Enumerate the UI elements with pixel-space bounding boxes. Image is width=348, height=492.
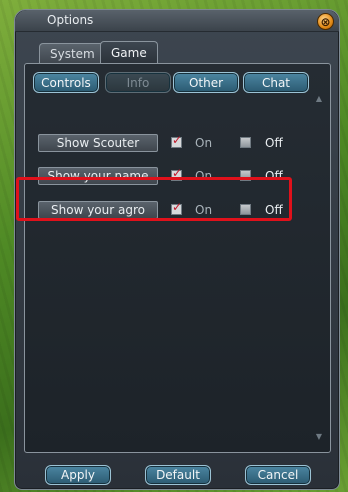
tab-system[interactable]: System — [39, 43, 106, 63]
highlight-box — [16, 177, 292, 221]
option-row-scouter: Show Scouter On Off — [25, 133, 330, 156]
option-label-scouter: Show Scouter — [38, 134, 158, 152]
scroll-up-icon[interactable]: ▲ — [314, 94, 324, 103]
default-button[interactable]: Default — [145, 465, 211, 485]
subtab-info: Info — [105, 72, 171, 93]
tab-game[interactable]: Game — [100, 41, 158, 64]
scroll-down-icon[interactable]: ▼ — [314, 432, 324, 441]
close-button[interactable]: ⊗ — [317, 13, 334, 30]
game-panel: Controls Info Other Chat ▲ Show Scouter … — [24, 63, 331, 453]
titlebar[interactable]: Options ⊗ — [15, 10, 339, 32]
off-checkbox-scouter[interactable] — [240, 137, 251, 148]
close-icon: ⊗ — [320, 14, 331, 29]
subtab-other[interactable]: Other — [173, 72, 239, 93]
on-label: On — [195, 136, 213, 150]
subtab-chat[interactable]: Chat — [243, 72, 309, 93]
window-title: Options — [47, 13, 94, 27]
off-label: Off — [265, 136, 283, 150]
apply-button[interactable]: Apply — [45, 465, 111, 485]
cancel-button[interactable]: Cancel — [245, 465, 311, 485]
options-window: Options ⊗ System Game Controls Info Othe… — [14, 9, 340, 490]
subtab-controls[interactable]: Controls — [33, 72, 99, 93]
on-checkbox-scouter[interactable] — [171, 133, 182, 148]
